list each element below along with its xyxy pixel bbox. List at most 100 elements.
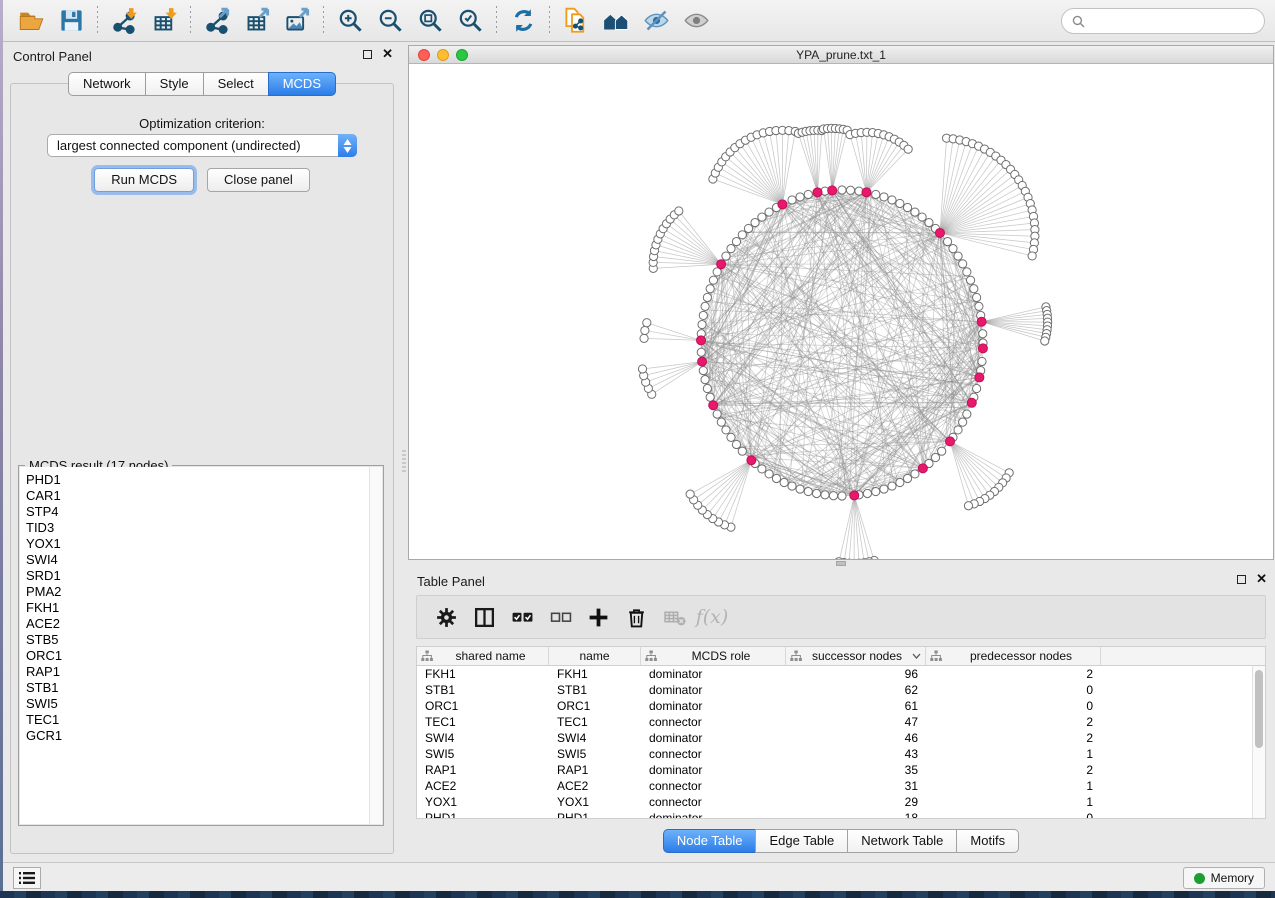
ring-node[interactable] xyxy=(979,330,987,338)
column-header-shared-name[interactable]: shared name xyxy=(417,647,549,665)
table-cell[interactable]: ORC1 xyxy=(549,699,641,713)
ring-node[interactable] xyxy=(931,453,939,461)
ring-node[interactable] xyxy=(701,302,709,310)
ring-node[interactable] xyxy=(699,311,707,319)
show-all-icon[interactable] xyxy=(676,4,716,38)
table-cell[interactable]: 18 xyxy=(786,811,926,819)
table-cell[interactable]: FKH1 xyxy=(549,667,641,681)
network-canvas[interactable] xyxy=(409,64,1273,559)
table-cell[interactable]: 61 xyxy=(786,699,926,713)
ring-node[interactable] xyxy=(966,276,974,284)
leaf-node[interactable] xyxy=(835,558,843,559)
table-cell[interactable]: 1 xyxy=(926,779,1101,793)
mcds-result-item[interactable]: TID3 xyxy=(26,520,382,536)
leaf-node[interactable] xyxy=(964,502,972,510)
mcds-hub-node[interactable] xyxy=(709,401,718,410)
table-cell[interactable]: SWI5 xyxy=(549,747,641,761)
ring-node[interactable] xyxy=(903,203,911,211)
ring-node[interactable] xyxy=(903,474,911,482)
ring-node[interactable] xyxy=(872,190,880,198)
ring-node[interactable] xyxy=(949,245,957,253)
column-header-MCDS-role[interactable]: MCDS role xyxy=(641,647,786,665)
ring-node[interactable] xyxy=(780,478,788,486)
mcds-result-scrollbar[interactable] xyxy=(369,467,382,824)
leaf-node[interactable] xyxy=(675,207,683,215)
table-cell[interactable]: FKH1 xyxy=(417,667,549,681)
mcds-result-item[interactable]: SWI4 xyxy=(26,552,382,568)
table-cell[interactable]: 46 xyxy=(786,731,926,745)
zoom-out-icon[interactable] xyxy=(370,4,410,38)
mcds-result-item[interactable]: RAP1 xyxy=(26,664,382,680)
table-cell[interactable]: 0 xyxy=(926,699,1101,713)
mcds-hub-node[interactable] xyxy=(850,491,859,500)
tab-mcds[interactable]: MCDS xyxy=(268,72,336,96)
ring-node[interactable] xyxy=(963,268,971,276)
ring-node[interactable] xyxy=(896,478,904,486)
ring-node[interactable] xyxy=(911,470,919,478)
table-cell[interactable]: STB1 xyxy=(549,683,641,697)
criterion-select[interactable]: largest connected component (undirected) xyxy=(47,134,357,157)
ring-node[interactable] xyxy=(713,410,721,418)
ring-node[interactable] xyxy=(973,293,981,301)
leaf-node[interactable] xyxy=(641,326,649,334)
tab-style[interactable]: Style xyxy=(145,72,203,96)
ring-node[interactable] xyxy=(925,218,933,226)
mcds-hub-node[interactable] xyxy=(717,260,726,269)
ring-node[interactable] xyxy=(709,276,717,284)
open-file-icon[interactable] xyxy=(11,4,51,38)
show-panel-list-button[interactable] xyxy=(13,867,41,889)
mcds-hub-node[interactable] xyxy=(828,186,837,195)
mcds-hub-node[interactable] xyxy=(918,464,927,473)
ring-node[interactable] xyxy=(722,426,730,434)
export-network-icon[interactable] xyxy=(197,4,237,38)
ring-node[interactable] xyxy=(706,285,714,293)
ring-node[interactable] xyxy=(973,384,981,392)
table-cell[interactable]: dominator xyxy=(641,683,786,697)
ring-node[interactable] xyxy=(697,348,705,356)
hide-selected-icon[interactable] xyxy=(636,4,676,38)
tab-network-table[interactable]: Network Table xyxy=(847,829,956,853)
delete-row-icon[interactable] xyxy=(619,601,653,633)
mcds-result-item[interactable]: GCR1 xyxy=(26,728,382,744)
table-cell[interactable]: STB1 xyxy=(417,683,549,697)
import-network-icon[interactable] xyxy=(104,4,144,38)
table-row[interactable]: ORC1ORC1dominator610 xyxy=(417,698,1265,714)
table-scrollbar-thumb[interactable] xyxy=(1255,670,1263,748)
mcds-result-item[interactable]: FKH1 xyxy=(26,600,382,616)
ring-node[interactable] xyxy=(863,489,871,497)
mcds-result-item[interactable]: STB1 xyxy=(26,680,382,696)
table-cell[interactable]: dominator xyxy=(641,699,786,713)
ring-node[interactable] xyxy=(978,357,986,365)
tab-node-table[interactable]: Node Table xyxy=(663,829,756,853)
table-cell[interactable]: dominator xyxy=(641,763,786,777)
table-cell[interactable]: 43 xyxy=(786,747,926,761)
table-cell[interactable]: 2 xyxy=(926,667,1101,681)
leaf-node[interactable] xyxy=(643,319,651,327)
ring-node[interactable] xyxy=(804,487,812,495)
ring-node[interactable] xyxy=(738,447,746,455)
table-cell[interactable]: SWI4 xyxy=(549,731,641,745)
table-cell[interactable]: connector xyxy=(641,747,786,761)
table-row[interactable]: RAP1RAP1dominator352 xyxy=(417,762,1265,778)
mcds-result-item[interactable]: STP4 xyxy=(26,504,382,520)
table-cell[interactable]: dominator xyxy=(641,667,786,681)
ring-node[interactable] xyxy=(838,492,846,500)
table-cell[interactable]: connector xyxy=(641,779,786,793)
mcds-result-item[interactable]: CAR1 xyxy=(26,488,382,504)
close-panel-icon[interactable]: ✕ xyxy=(382,49,393,59)
ring-node[interactable] xyxy=(821,491,829,499)
mcds-hub-node[interactable] xyxy=(967,398,976,407)
ring-node[interactable] xyxy=(880,485,888,493)
export-table-icon[interactable] xyxy=(237,4,277,38)
table-cell[interactable]: PHD1 xyxy=(549,811,641,819)
duplicate-network-icon[interactable] xyxy=(556,4,596,38)
column-header-predecessor-nodes[interactable]: predecessor nodes xyxy=(926,647,1101,665)
table-cell[interactable]: 31 xyxy=(786,779,926,793)
tab-motifs[interactable]: Motifs xyxy=(956,829,1019,853)
ring-node[interactable] xyxy=(888,196,896,204)
ring-node[interactable] xyxy=(772,474,780,482)
mcds-hub-node[interactable] xyxy=(747,456,756,465)
mcds-result-list[interactable]: PHD1CAR1STP4TID3YOX1SWI4SRD1PMA2FKH1ACE2… xyxy=(20,467,382,824)
table-cell[interactable]: YOX1 xyxy=(417,795,549,809)
deselect-all-icon[interactable] xyxy=(543,601,577,633)
